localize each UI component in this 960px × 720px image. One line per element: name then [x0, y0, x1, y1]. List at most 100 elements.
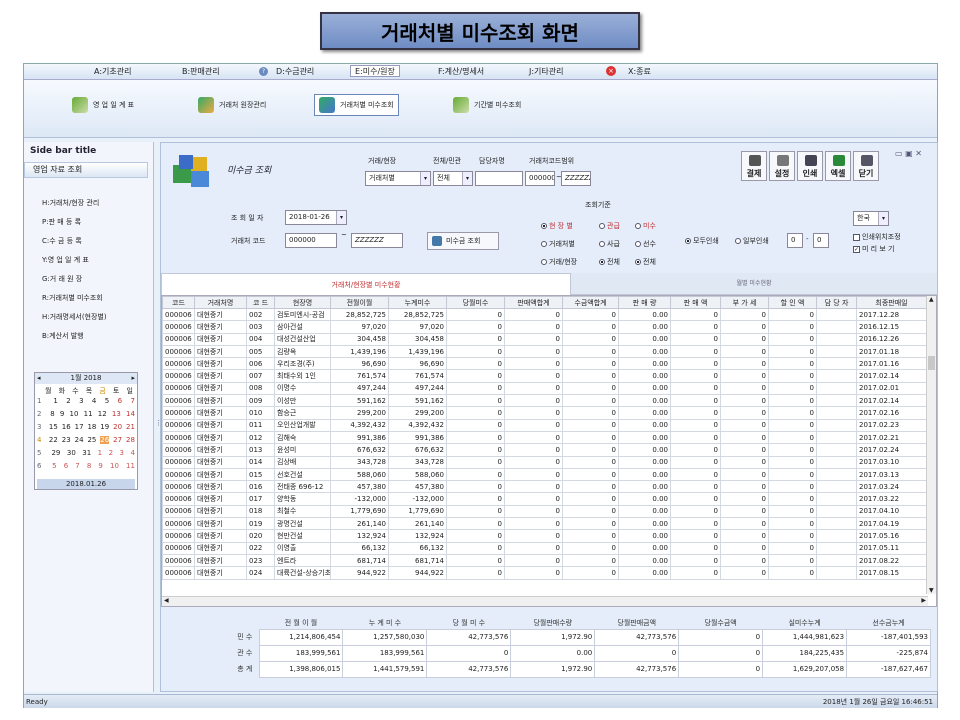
calendar-day[interactable]: 11	[126, 462, 135, 470]
calendar-day[interactable]: 6	[64, 462, 68, 470]
calendar-day[interactable]: 30	[67, 449, 76, 457]
table-row[interactable]: 000006 대현중기 023 엔트라 681,714 681,714 0 0 0 0.00 0 0 0…	[162, 553, 927, 568]
table-row[interactable]: 000006 대현중기 004 대성건설산업 304,458 304,458 0 0 0 0.00…	[162, 332, 927, 346]
settings-button[interactable]: 설정	[769, 151, 795, 181]
calendar-day[interactable]: 7	[130, 397, 134, 405]
next-month-icon[interactable]: ▸	[131, 373, 135, 384]
ribbon-client-receivable[interactable]: 거래처별 미수조회	[314, 94, 399, 116]
page-from-input[interactable]: 0	[787, 233, 803, 248]
table-row[interactable]: 000006 대현중기 012 김해숙 991,386 991,386 0 0 0 0.00 0 0 0…	[162, 430, 927, 445]
prev-month-icon[interactable]: ◂	[37, 373, 41, 384]
sidebar-item-ledger[interactable]: G:거 래 원 장	[42, 274, 82, 284]
calendar-day[interactable]: 14	[126, 410, 135, 418]
radio-gov[interactable]: 관급	[599, 221, 620, 231]
table-row[interactable]: 000006 대현중기 006 우리조경(주) 96,690 96,690 0 0 0 0.00 0…	[162, 357, 927, 371]
calendar-day[interactable]: 10	[110, 462, 119, 470]
calendar-day[interactable]: 3	[79, 397, 83, 405]
column-header[interactable]: 코드	[162, 296, 195, 309]
calendar-day[interactable]: 8	[50, 410, 54, 418]
sidebar-item-sales[interactable]: P:판 매 등 록	[42, 217, 81, 227]
ribbon-daily-report[interactable]: 영 업 일 계 표	[68, 94, 138, 116]
column-header[interactable]: 코 드	[246, 296, 275, 309]
excel-button[interactable]: 엑셀	[825, 151, 851, 181]
column-header[interactable]: 당월미수	[446, 296, 505, 309]
calendar-day[interactable]: 29	[51, 449, 60, 457]
tab-client-site[interactable]: 거래처/현장별 미수현황	[161, 273, 571, 295]
calendar-day[interactable]: 2	[109, 449, 113, 457]
code-to-input[interactable]: ZZZZZZ	[561, 171, 591, 186]
calendar-day[interactable]: 5	[105, 397, 109, 405]
site-select[interactable]: 거래처별 ▾	[365, 171, 431, 186]
table-row[interactable]: 000006 대현중기 005 김량옥 1,439,196 1,439,196 0 0 0 0.0…	[162, 344, 927, 359]
person-input[interactable]	[475, 171, 523, 186]
radio-prepaid[interactable]: 선수	[635, 239, 656, 249]
table-row[interactable]: 000006 대현중기 018 최철수 1,779,690 1,779,690 0 0 0 0.0…	[162, 504, 927, 519]
calendar-day[interactable]: 6	[118, 397, 122, 405]
sidebar-item-collect[interactable]: C:수 금 등 록	[42, 236, 82, 246]
table-row[interactable]: 000006 대현중기 009 이성만 591,162 591,162 0 0 0 0.00 0 0 0…	[162, 394, 927, 408]
calendar-day[interactable]: 22	[49, 436, 58, 444]
ribbon-period-receivable[interactable]: 기간별 미수조회	[449, 94, 525, 116]
date-picker[interactable]: 2018-01-26 ▾	[285, 210, 347, 225]
calendar-day[interactable]: 11	[84, 410, 93, 418]
code2-input[interactable]: ZZZZZZ	[351, 233, 403, 248]
column-header[interactable]: 최종판매일	[856, 296, 927, 309]
radio-print-some[interactable]: 일부인쇄	[735, 236, 769, 246]
table-row[interactable]: 000006 대현중기 024 대륙건설-상승기초 944,922 944,922 0 0 0 0…	[162, 566, 927, 580]
menu-collect[interactable]: D:수금관리	[276, 66, 314, 78]
radio-client-site[interactable]: 거래/현장	[541, 257, 577, 267]
column-header[interactable]: 판매액합계	[504, 296, 563, 309]
all-by-select[interactable]: 전체 ▾	[433, 171, 473, 186]
tab-monthly[interactable]: 월별 미수현황	[571, 273, 937, 295]
print-button[interactable]: 인쇄	[797, 151, 823, 181]
menu-etc[interactable]: J:기타관리	[529, 66, 564, 78]
calendar-day[interactable]: 23	[62, 436, 71, 444]
menu-basic[interactable]: A:기초관리	[94, 66, 131, 78]
calendar-day[interactable]: 13	[112, 410, 121, 418]
column-header[interactable]: 판 매 액	[670, 296, 721, 309]
calendar-day[interactable]: 27	[113, 436, 122, 444]
calendar-day[interactable]: 10	[70, 410, 79, 418]
table-row[interactable]: 000006 대현중기 013 윤성미 676,632 676,632 0 0 0 0.00 0 0 0…	[162, 443, 927, 457]
code-from-input[interactable]: 000000	[525, 171, 555, 186]
sidebar-header[interactable]: 영업 자료 조회	[24, 162, 148, 178]
sidebar-item-tax[interactable]: B:계산서 발행	[42, 331, 84, 341]
calendar-day[interactable]: 18	[87, 423, 96, 431]
ribbon-ledger[interactable]: 거래처 원장관리	[194, 94, 270, 116]
menu-receivable[interactable]: E:미수/원장	[350, 65, 400, 77]
column-header[interactable]: 현장명	[274, 296, 331, 309]
window-controls[interactable]: ▭ ▣ ✕	[895, 149, 922, 158]
calendar-today[interactable]: 2018.01.26	[37, 479, 135, 489]
calendar-day[interactable]: 15	[49, 423, 58, 431]
column-header[interactable]: 부 가 세	[720, 296, 769, 309]
table-row[interactable]: 000006 대현중기 010 함승근 299,200 299,200 0 0 0 0.00 0 0 0…	[162, 406, 927, 420]
table-row[interactable]: 000006 대현중기 022 이영출 66,132 66,132 0 0 0 0.00 0 0 0 20…	[162, 541, 927, 555]
scroll-thumb[interactable]	[928, 356, 935, 370]
table-row[interactable]: 000006 대현중기 020 현만건설 132,924 132,924 0 0 0 0.00 0 0…	[162, 529, 927, 543]
radio-site[interactable]: 현 장 별	[541, 221, 573, 231]
radio-client[interactable]: 거래처별	[541, 239, 575, 249]
query-button[interactable]: 미수금 조회	[427, 232, 499, 250]
column-header[interactable]: 할 인 액	[768, 296, 817, 309]
table-row[interactable]: 000006 대현중기 016 전태종 696-12 457,380 457,380 0 0 0…	[162, 480, 927, 494]
column-header[interactable]: 전월이월	[330, 296, 389, 309]
menu-exit[interactable]: X:종료	[628, 66, 651, 78]
calendar-day[interactable]: 1	[98, 449, 102, 457]
calendar-day[interactable]: 4	[130, 449, 134, 457]
table-row[interactable]: 000006 대현중기 017 양학동 -132,000 -132,000 0 0 0 0.00 0…	[162, 492, 927, 506]
calendar-day[interactable]: 25	[87, 436, 96, 444]
table-row[interactable]: 000006 대현중기 019 광명건설 261,140 261,140 0 0 0 0.00 0 0…	[162, 517, 927, 531]
column-header[interactable]: 판 매 량	[618, 296, 671, 309]
table-row[interactable]: 000006 대현중기 007 최태수외 1인 761,574 761,574 0 0 0 0.0…	[162, 369, 927, 383]
table-row[interactable]: 000006 대현중기 008 이명수 497,244 497,244 0 0 0 0.00 0 0 0…	[162, 381, 927, 396]
scroll-left-icon[interactable]: ◀	[164, 597, 169, 604]
scroll-up-icon[interactable]: ▲	[929, 296, 934, 303]
column-header[interactable]: 수금액합계	[562, 296, 619, 309]
calendar-day[interactable]: 9	[98, 462, 102, 470]
radio-private[interactable]: 사급	[599, 239, 620, 249]
calendar-day[interactable]: 7	[75, 462, 79, 470]
column-header[interactable]: 담 당 자	[816, 296, 857, 309]
calendar-day[interactable]: 28	[126, 436, 135, 444]
calendar-day[interactable]: 16	[62, 423, 71, 431]
check-print-position[interactable]: 인쇄위치조정	[853, 232, 901, 242]
